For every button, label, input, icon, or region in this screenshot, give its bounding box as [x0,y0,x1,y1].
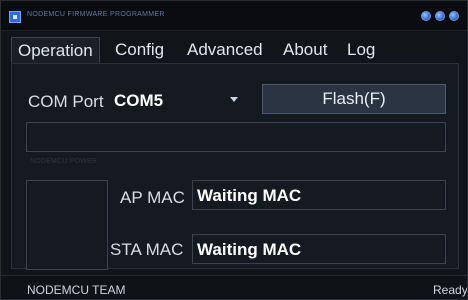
qr-code-box [26,180,108,270]
flash-progress [26,122,446,152]
ap-mac-label: AP MAC [120,188,185,207]
window-title: NODEMCU FIRMWARE PROGRAMMER [27,11,165,18]
sta-mac-field: Waiting MAC [192,234,446,264]
flash-button[interactable]: Flash(F) [262,84,446,114]
com-port-select[interactable]: COM5 [106,86,244,114]
app-window: NODEMCU FIRMWARE PROGRAMMER Operation Co… [0,0,468,300]
ap-mac-value: Waiting MAC [197,186,302,205]
close-icon[interactable] [449,11,459,21]
tab-config[interactable]: Config [109,37,170,63]
title-bar: NODEMCU FIRMWARE PROGRAMMER [1,1,467,31]
tab-operation[interactable]: Operation [11,37,100,63]
tab-log[interactable]: Log [341,37,381,63]
sta-mac-value: Waiting MAC [197,240,302,259]
com-port-label: COM Port [28,92,104,111]
status-right-text: Ready [433,283,468,297]
minimize-icon[interactable] [421,11,431,21]
ap-mac-field: Waiting MAC [192,180,446,210]
faint-label: NODEMCU POWER [30,158,98,165]
tab-about[interactable]: About [277,37,333,63]
sta-mac-label: STA MAC [110,240,184,259]
status-bar: NODEMCU TEAM Ready [1,275,468,299]
chevron-down-icon[interactable] [230,97,238,102]
com-port-value: COM5 [114,91,164,110]
tab-bar: Operation Config Advanced About Log [11,37,459,65]
app-icon [9,11,21,23]
tab-advanced[interactable]: Advanced [181,37,269,63]
flash-button-label: Flash(F) [322,89,386,108]
status-left-text: NODEMCU TEAM [27,283,126,297]
operation-panel: COM Port COM5 Flash(F) NODEMCU POWER AP … [11,63,459,270]
maximize-icon[interactable] [435,11,445,21]
